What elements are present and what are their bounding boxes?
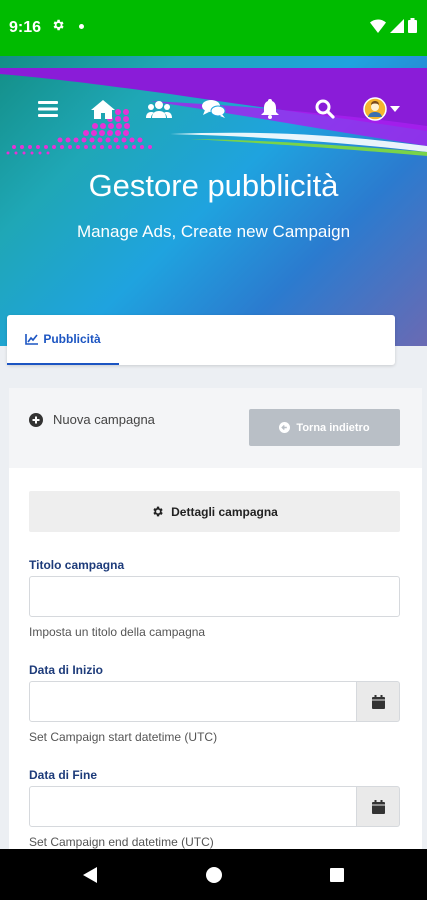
start-date-label: Data di Inizio: [29, 663, 104, 677]
new-campaign-label: Nuova campagna: [53, 412, 155, 427]
back-button-label: Torna indietro: [296, 421, 370, 434]
back-triangle-icon[interactable]: [78, 849, 102, 900]
home-circle-icon[interactable]: [202, 849, 226, 900]
start-date-help: Set Campaign start datetime (UTC): [29, 730, 218, 744]
gear-icon: [153, 506, 163, 517]
header-banner: Gestore pubblicità Manage Ads, Create ne…: [0, 56, 427, 346]
chart-icon: [25, 333, 39, 345]
tab-bar: Pubblicità: [7, 315, 395, 365]
end-date-picker-button[interactable]: [357, 786, 400, 827]
user-avatar-icon: [362, 97, 387, 121]
caret-down-icon: [389, 106, 400, 112]
campaign-details-label: Dettagli campagna: [171, 504, 278, 519]
back-button[interactable]: Torna indietro: [249, 409, 400, 446]
start-date-picker-button[interactable]: [357, 681, 400, 722]
calendar-icon: [371, 694, 385, 709]
notification-dot-icon: [79, 24, 84, 29]
home-icon[interactable]: [90, 96, 116, 122]
page-subtitle: Manage Ads, Create new Campaign: [76, 222, 351, 241]
chat-icon[interactable]: [201, 96, 227, 122]
bell-icon[interactable]: [258, 96, 282, 122]
arrow-left-circle-icon: [279, 422, 291, 433]
tab-pubblicita[interactable]: Pubblicità: [7, 315, 119, 365]
campaign-title-input[interactable]: [29, 576, 400, 617]
end-date-group: [29, 786, 400, 827]
page-title: Gestore pubblicità: [88, 168, 339, 203]
settings-icon: [51, 18, 65, 36]
campaign-details-button[interactable]: Dettagli campagna: [29, 491, 400, 532]
campaign-title-label: Titolo campagna: [29, 558, 125, 572]
new-campaign-heading: Nuova campagna: [29, 412, 155, 427]
start-date-input[interactable]: [29, 681, 357, 722]
recents-square-icon[interactable]: [325, 849, 349, 900]
system-navigation-bar: [0, 849, 427, 900]
top-navigation: [0, 96, 427, 122]
calendar-icon: [371, 799, 385, 814]
plus-circle-icon: [29, 412, 43, 427]
start-date-group: [29, 681, 400, 722]
wifi-icon: [370, 18, 386, 38]
status-time: 9:16: [9, 19, 42, 36]
campaign-form-card: Nuova campagna Torna indietro Dettagli c…: [9, 388, 422, 858]
search-icon[interactable]: [313, 96, 337, 122]
avatar[interactable]: [360, 96, 402, 122]
status-bar: 9:16: [0, 0, 427, 56]
card-header: Nuova campagna Torna indietro: [9, 388, 422, 468]
end-date-label: Data di Fine: [29, 768, 98, 782]
end-date-input[interactable]: [29, 786, 357, 827]
users-icon[interactable]: [145, 96, 173, 122]
menu-icon[interactable]: [36, 96, 60, 122]
end-date-help: Set Campaign end datetime (UTC): [29, 835, 214, 849]
tab-label: Pubblicità: [43, 332, 101, 346]
campaign-title-help: Imposta un titolo della campagna: [29, 625, 206, 639]
signal-icon: [390, 18, 404, 38]
battery-icon: [408, 18, 417, 38]
